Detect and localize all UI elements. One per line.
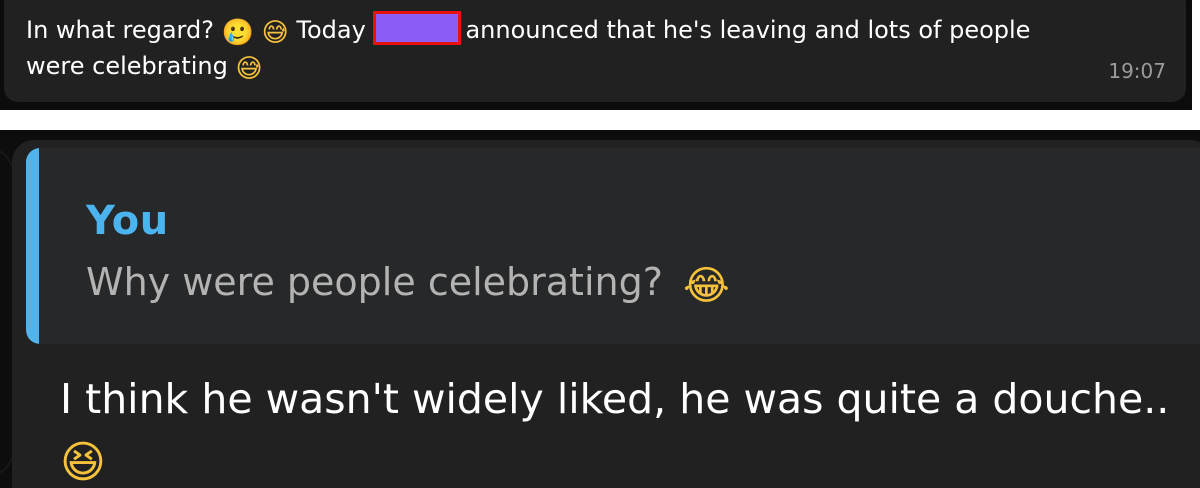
- message-text-segment: were celebrating: [26, 52, 228, 80]
- message-bubble[interactable]: You Why were people celebrating? 😂 I thi…: [12, 140, 1200, 488]
- tears-of-joy-emoji-icon: 😂: [682, 263, 730, 309]
- message-text-segment: Today: [296, 16, 366, 44]
- reply-accent-bar: [26, 148, 39, 344]
- reply-text-segment: Why were people celebrating?: [86, 260, 663, 304]
- sweat-smile-emoji-icon: 😅: [235, 54, 263, 84]
- message-text: I think he wasn't widely liked, he was q…: [60, 370, 1200, 486]
- laughing-emoji-icon: 😆: [60, 437, 106, 488]
- message-text-segment: I think he wasn't widely liked, he was q…: [60, 375, 1170, 423]
- top-screenshot-panel: In what regard? 🥲 😅 Today announced that…: [0, 0, 1192, 110]
- message-text-segment: announced that he's leaving and lots of …: [465, 16, 1031, 44]
- sad-smile-emoji-icon: 🥲: [221, 18, 254, 48]
- redacted-name-box: [373, 11, 462, 45]
- message-text: In what regard? 🥲 😅 Today announced that…: [26, 11, 1181, 84]
- bottom-screenshot-panel: You Why were people celebrating? 😂 I thi…: [0, 130, 1200, 488]
- reply-text: Why were people celebrating? 😂: [86, 260, 730, 306]
- message-timestamp: 19:07: [1108, 59, 1166, 83]
- sweat-smile-emoji-icon: 😅: [261, 18, 289, 48]
- incoming-message-bubble[interactable]: In what regard? 🥲 😅 Today announced that…: [4, 0, 1186, 102]
- message-text-segment: In what regard?: [26, 16, 214, 44]
- reply-author: You: [86, 198, 169, 244]
- reply-quote[interactable]: You Why were people celebrating? 😂: [26, 148, 1200, 344]
